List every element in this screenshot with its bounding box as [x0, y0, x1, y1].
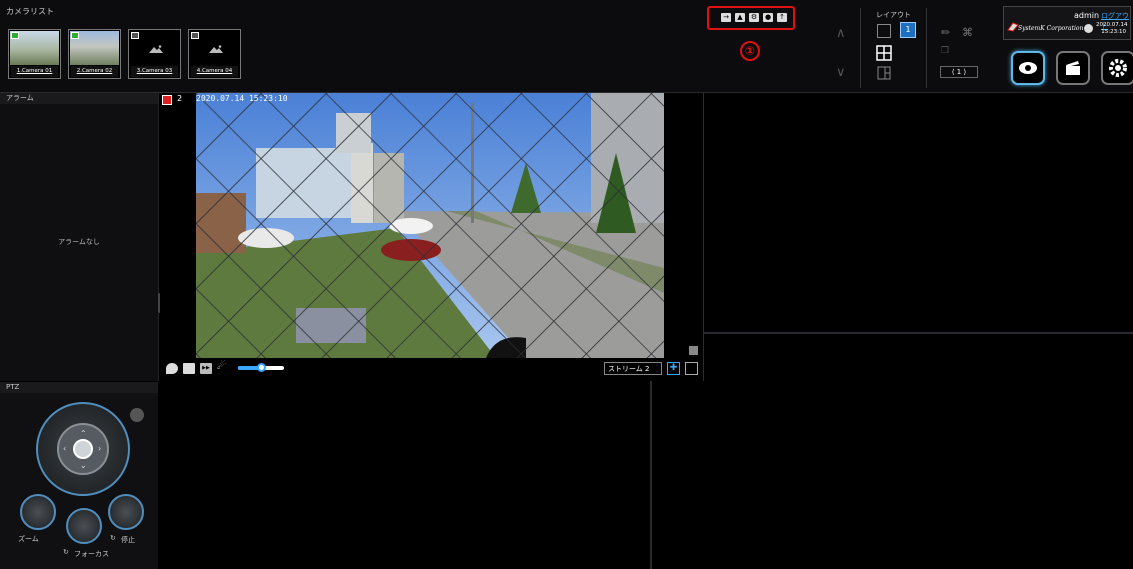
gear-icon [1109, 59, 1127, 77]
clock-time: 15:23:10 [1101, 29, 1126, 35]
command-icon[interactable]: ⌘ [962, 26, 973, 39]
info-icon[interactable]: ↑ [777, 13, 787, 22]
grid-divider [703, 332, 1133, 334]
export-icon[interactable]: → [721, 13, 731, 22]
settings-icon[interactable]: ⚙ [749, 13, 759, 22]
annotation-marker: ① [740, 41, 760, 61]
clapperboard-icon [1066, 61, 1080, 75]
chevron-down-icon[interactable]: ∨ [836, 65, 846, 80]
edit-layout-icon[interactable]: ✏ [941, 26, 950, 39]
camera-thumb-label[interactable]: 4.Camera 04 [191, 66, 238, 77]
zoom-label: ズーム [18, 535, 39, 543]
settings-button[interactable] [1101, 51, 1133, 85]
pan-right-icon[interactable]: › [98, 444, 101, 453]
ptz-panel-title: PTZ [0, 382, 158, 393]
pan-up-icon[interactable]: ⌃ [80, 429, 87, 438]
camera-thumb-4[interactable]: 4.Camera 04 [188, 29, 241, 79]
volume-icon[interactable]: ☄ [217, 361, 226, 372]
copy-icon[interactable]: ❐ [941, 46, 949, 56]
clock-date: 2020.07.14 [1096, 22, 1128, 28]
snapshot-icon[interactable] [183, 363, 195, 374]
eye-icon [1019, 62, 1037, 74]
clock-icon [1084, 24, 1093, 33]
page-prev-icon[interactable]: ⟨ [952, 68, 955, 76]
live-view-button[interactable] [1011, 51, 1045, 85]
camera-thumb-1[interactable]: 1.Camera 01 [8, 29, 61, 79]
car-icon[interactable]: ▲ [735, 13, 745, 22]
layout-1-icon[interactable] [877, 24, 891, 38]
volume-slider-handle[interactable] [257, 363, 266, 372]
page-selector[interactable]: ⟨ 1 ⟩ [940, 66, 978, 78]
clock: 2020.07.14 15:23:10 [1096, 22, 1128, 36]
camera-number: 2 [177, 94, 183, 103]
camera-status-icon [191, 32, 199, 39]
layout-title: レイアウト [876, 11, 911, 19]
no-image-icon [149, 45, 163, 53]
stream-select[interactable]: ストリーム 2 [604, 362, 662, 375]
layout-split-icon[interactable] [877, 66, 891, 80]
page-number: 1 [956, 68, 962, 76]
focus-label: フォーカス [74, 550, 109, 558]
chevron-up-icon[interactable]: ∧ [836, 26, 846, 41]
video-scene [196, 93, 664, 358]
corporation-name: SystemK Corporation [1018, 25, 1084, 32]
camera-thumb-label[interactable]: 3.Camera 03 [131, 66, 178, 77]
divider [860, 8, 861, 88]
recording-indicator-icon [162, 95, 172, 105]
camera-thumb-label[interactable]: 1.Camera 01 [11, 66, 58, 77]
page-next-icon[interactable]: ⟩ [963, 68, 966, 76]
no-image-icon [209, 45, 223, 53]
layout-selected-icon[interactable]: 1 [900, 22, 916, 38]
grid-divider [703, 93, 704, 381]
map-pin-icon[interactable] [166, 363, 178, 374]
focus-reset-icon[interactable]: ↻ [63, 548, 69, 556]
resize-corner-icon[interactable] [689, 346, 698, 355]
iris-knob[interactable] [108, 494, 144, 530]
pan-left-icon[interactable]: ‹ [63, 444, 66, 453]
user-name: admin [1074, 11, 1100, 20]
camera-thumb-label[interactable]: 2.Camera 02 [71, 66, 118, 77]
zoom-knob[interactable] [20, 494, 56, 530]
stop-reset-icon[interactable]: ↻ [110, 534, 116, 542]
pan-down-icon[interactable]: ⌄ [80, 461, 87, 470]
camera-status-icon [71, 32, 79, 39]
camera-video-feed[interactable] [196, 93, 664, 358]
playback-speed-icon[interactable]: ▶▶ [200, 363, 212, 374]
layout-4-icon[interactable] [876, 45, 892, 61]
camera-list-title: カメラリスト [6, 7, 54, 16]
camera-status-icon [131, 32, 139, 39]
video-timestamp: 2020.07.14 15:23:10 [196, 94, 288, 103]
camera-thumb-3[interactable]: 3.Camera 03 [128, 29, 181, 79]
digital-zoom-icon[interactable]: ✚ [667, 362, 680, 375]
camera-status-icon [11, 32, 19, 39]
playback-button[interactable] [1056, 51, 1090, 85]
focus-knob[interactable] [66, 508, 102, 544]
record-icon[interactable]: ● [763, 13, 773, 22]
no-alarm-text: アラームなし [58, 238, 100, 246]
ptz-center-button[interactable] [73, 439, 93, 459]
camera-thumb-2[interactable]: 2.Camera 02 [68, 29, 121, 79]
divider [926, 8, 927, 88]
alarm-panel-title: アラーム [0, 93, 158, 104]
fullscreen-icon[interactable] [685, 362, 698, 375]
grid-divider [650, 381, 652, 569]
preset-flag-icon[interactable] [130, 408, 144, 422]
stop-label: 停止 [121, 536, 135, 544]
